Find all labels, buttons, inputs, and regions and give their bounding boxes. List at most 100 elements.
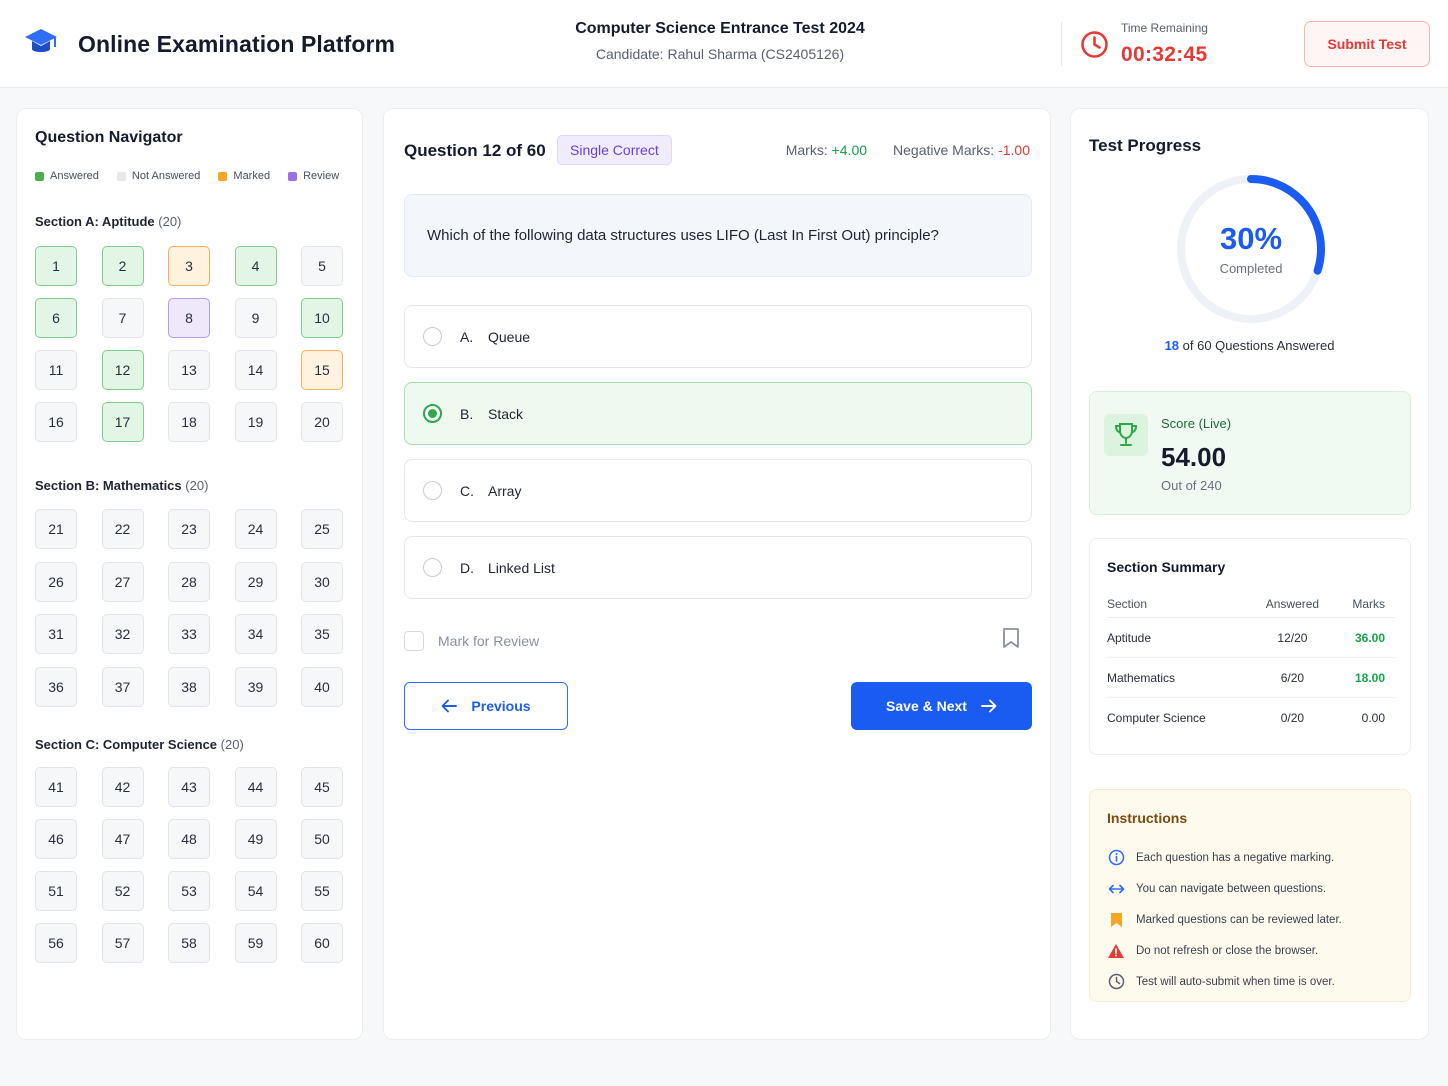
bookmark-icon[interactable]	[1002, 627, 1020, 654]
question-34-button[interactable]: 34	[234, 614, 277, 654]
question-23-button[interactable]: 23	[168, 509, 210, 549]
question-56-button[interactable]: 56	[35, 923, 77, 963]
question-54-button[interactable]: 54	[234, 871, 277, 911]
row-answered: 12/20	[1252, 617, 1332, 658]
question-45-button[interactable]: 45	[301, 767, 343, 807]
question-49-button[interactable]: 49	[234, 819, 277, 859]
question-58-button[interactable]: 58	[168, 923, 210, 963]
instruction-text: Do not refresh or close the browser.	[1136, 944, 1319, 957]
question-35-button[interactable]: 35	[301, 614, 343, 654]
question-7-button[interactable]: 7	[101, 298, 144, 338]
question-30-button[interactable]: 30	[301, 561, 343, 602]
question-20-button[interactable]: 20	[301, 402, 343, 442]
section-b-grid: 21 22 23 24 25 26 27 28 29 30 31 32 33 34 35 36 37 38 39 40	[35, 509, 343, 707]
row-answered: 6/20	[1252, 657, 1332, 698]
question-51-button[interactable]: 51	[35, 871, 77, 911]
question-42-button[interactable]: 42	[101, 767, 144, 807]
question-13-button[interactable]: 13	[168, 350, 210, 390]
table-row: Mathematics 6/20 18.00	[1107, 657, 1395, 698]
question-5-button[interactable]: 5	[301, 246, 343, 286]
question-36-button[interactable]: 36	[35, 666, 77, 707]
question-panel: Question 12 of 60 Single Correct Marks: …	[383, 108, 1051, 1040]
save-next-button[interactable]: Save & Next	[851, 682, 1032, 730]
question-47-button[interactable]: 47	[101, 819, 144, 859]
question-21-button[interactable]: 21	[35, 509, 77, 549]
question-29-button[interactable]: 29	[234, 561, 277, 602]
section-name: Section A: Aptitude	[35, 214, 155, 229]
timer-value: 00:32:45	[1121, 43, 1208, 66]
question-27-button[interactable]: 27	[101, 561, 144, 602]
question-40-button[interactable]: 40	[301, 666, 343, 707]
question-38-button[interactable]: 38	[168, 666, 210, 707]
question-59-button[interactable]: 59	[234, 923, 277, 963]
question-18-button[interactable]: 18	[168, 402, 210, 442]
previous-button[interactable]: Previous	[404, 682, 568, 730]
question-48-button[interactable]: 48	[168, 819, 210, 859]
question-52-button[interactable]: 52	[101, 871, 144, 911]
question-39-button[interactable]: 39	[234, 666, 277, 707]
legend-label: Marked	[233, 170, 271, 182]
question-60-button[interactable]: 60	[301, 923, 343, 963]
answered-count-number: 18	[1164, 338, 1180, 353]
question-11-button[interactable]: 11	[35, 350, 77, 390]
option-b[interactable]: B. Stack	[404, 382, 1032, 445]
option-a[interactable]: A. Queue	[404, 305, 1032, 368]
question-25-button[interactable]: 25	[301, 509, 343, 549]
question-3-button[interactable]: 3	[168, 246, 210, 286]
radio-button-selected[interactable]	[423, 404, 442, 423]
radio-button[interactable]	[423, 481, 442, 500]
option-text: Stack	[488, 405, 524, 422]
question-12-button[interactable]: 12	[101, 350, 144, 390]
mark-review-label[interactable]: Mark for Review	[438, 633, 539, 649]
question-2-button[interactable]: 2	[101, 246, 144, 286]
navigator-title: Question Navigator	[35, 129, 183, 146]
question-43-button[interactable]: 43	[168, 767, 210, 807]
graduation-cap-icon	[24, 26, 58, 63]
section-a-grid: 1 2 3 4 5 6 7 8 9 10 11 12 13 14 15 16 17 18 19 20	[35, 246, 343, 442]
radio-button[interactable]	[423, 327, 442, 346]
question-10-button[interactable]: 10	[301, 298, 343, 338]
mark-review-checkbox[interactable]	[404, 631, 424, 651]
question-53-button[interactable]: 53	[168, 871, 210, 911]
question-31-button[interactable]: 31	[35, 614, 77, 654]
list-item: You can navigate between questions.	[1107, 873, 1403, 904]
trophy-icon	[1104, 414, 1148, 456]
question-41-button[interactable]: 41	[35, 767, 77, 807]
question-16-button[interactable]: 16	[35, 402, 77, 442]
legend-swatch	[218, 171, 228, 181]
question-26-button[interactable]: 26	[35, 561, 77, 602]
question-1-button[interactable]: 1	[35, 246, 77, 286]
submit-test-button[interactable]: Submit Test	[1304, 21, 1430, 67]
save-next-label: Save & Next	[886, 698, 967, 714]
question-33-button[interactable]: 33	[168, 614, 210, 654]
question-17-button[interactable]: 17	[101, 402, 144, 442]
question-46-button[interactable]: 46	[35, 819, 77, 859]
section-c-label: Section C: Computer Science (20)	[35, 737, 244, 752]
radio-button[interactable]	[423, 558, 442, 577]
header-section: Section	[1107, 597, 1253, 618]
question-44-button[interactable]: 44	[234, 767, 277, 807]
question-6-button[interactable]: 6	[35, 298, 77, 338]
question-55-button[interactable]: 55	[301, 871, 343, 911]
instruction-text: You can navigate between questions.	[1136, 882, 1327, 895]
option-text: Array	[488, 482, 522, 499]
question-22-button[interactable]: 22	[101, 509, 144, 549]
question-24-button[interactable]: 24	[234, 509, 277, 549]
question-14-button[interactable]: 14	[234, 350, 277, 390]
question-15-button[interactable]: 15	[301, 350, 343, 390]
question-28-button[interactable]: 28	[168, 561, 210, 602]
question-8-button[interactable]: 8	[168, 298, 210, 338]
question-50-button[interactable]: 50	[301, 819, 343, 859]
candidate-info: Candidate: Rahul Sharma (CS2405126)	[595, 46, 845, 62]
question-37-button[interactable]: 37	[101, 666, 144, 707]
legend-swatch	[116, 171, 126, 181]
question-19-button[interactable]: 19	[234, 402, 277, 442]
question-57-button[interactable]: 57	[101, 923, 144, 963]
question-9-button[interactable]: 9	[234, 298, 277, 338]
test-info: Computer Science Entrance Test 2024 Cand…	[470, 20, 970, 62]
score-label: Score (Live)	[1161, 416, 1232, 431]
option-c[interactable]: C. Array	[404, 459, 1032, 522]
option-d[interactable]: D. Linked List	[404, 536, 1032, 599]
question-32-button[interactable]: 32	[101, 614, 144, 654]
question-4-button[interactable]: 4	[234, 246, 277, 286]
